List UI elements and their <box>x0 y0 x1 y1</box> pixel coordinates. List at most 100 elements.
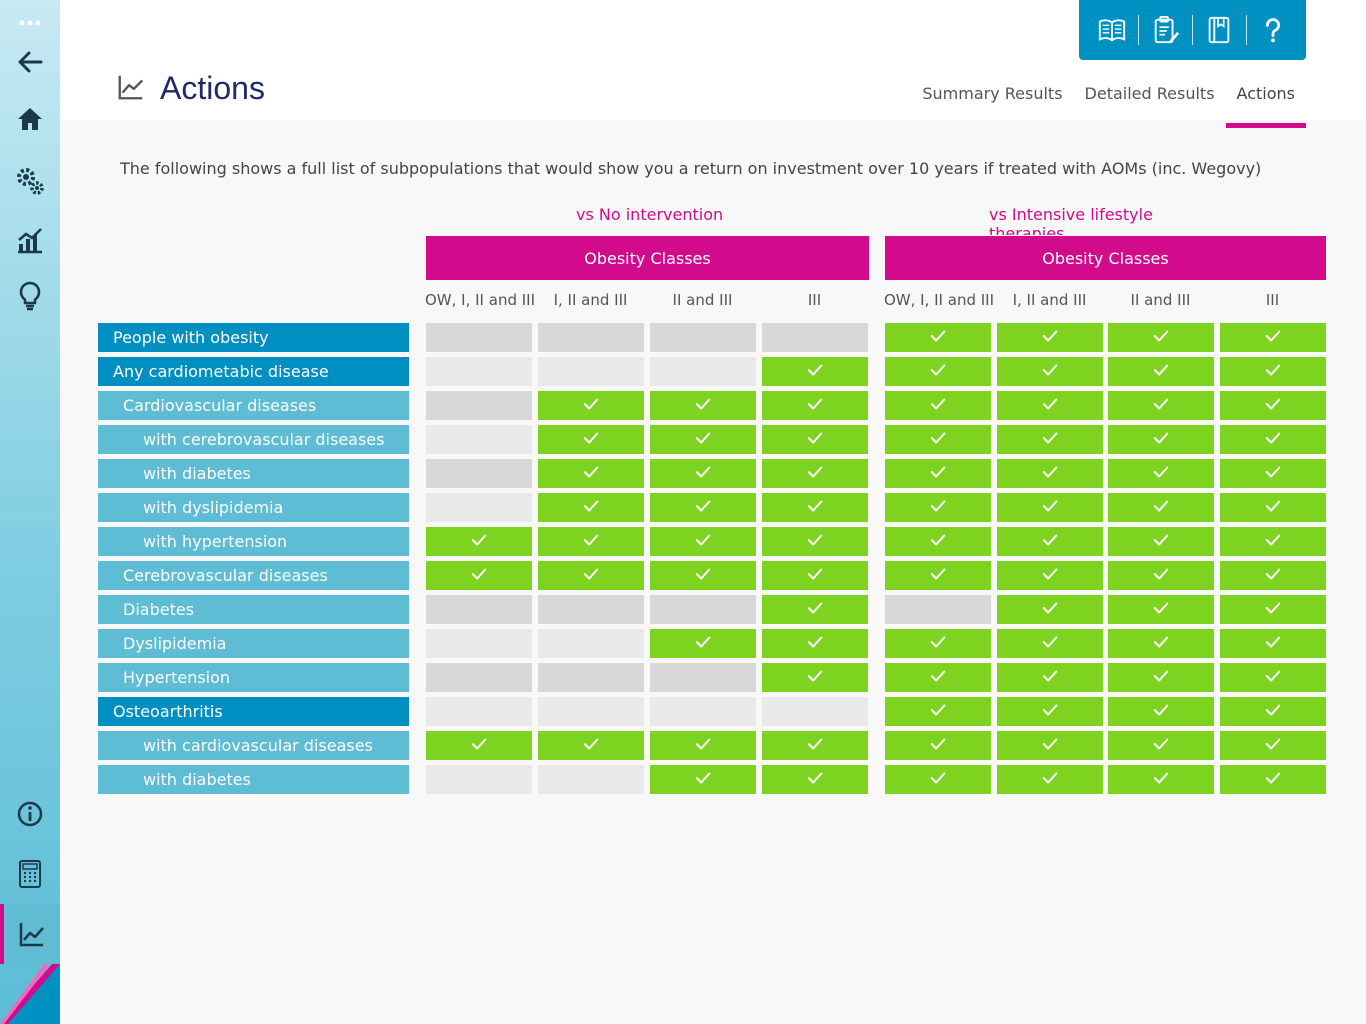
cell-roi-positive <box>997 425 1103 454</box>
help-icon[interactable] <box>1253 10 1293 50</box>
checkmark-icon <box>1041 531 1059 553</box>
cell-roi-positive <box>885 629 991 658</box>
cell-roi-positive <box>762 527 868 556</box>
checkmark-icon <box>929 429 947 451</box>
cell-roi-positive <box>1220 493 1326 522</box>
intro-text: The following shows a full list of subpo… <box>120 159 1262 178</box>
book-icon[interactable] <box>1092 10 1132 50</box>
checkmark-icon <box>929 327 947 349</box>
column-header: I, II and III <box>1012 291 1087 309</box>
cell-roi-positive <box>1108 663 1214 692</box>
checkmark-icon <box>929 531 947 553</box>
cell-roi-none <box>650 663 756 692</box>
cell-roi-positive <box>762 663 868 692</box>
checkmark-icon <box>1041 327 1059 349</box>
row-label[interactable]: Any cardiometabic disease <box>98 357 409 386</box>
checkmark-icon <box>1264 497 1282 519</box>
cell-roi-none <box>426 629 532 658</box>
cell-roi-positive <box>1108 493 1214 522</box>
cell-roi-none <box>426 663 532 692</box>
checkmark-icon <box>929 497 947 519</box>
tab-actions[interactable]: Actions <box>1225 84 1307 128</box>
row-label[interactable]: Cardiovascular diseases <box>98 391 409 420</box>
cell-roi-positive <box>885 527 991 556</box>
checkmark-icon <box>806 395 824 417</box>
cell-roi-none <box>538 697 644 726</box>
cell-roi-none <box>538 663 644 692</box>
checkmark-icon <box>1152 463 1170 485</box>
row-label[interactable]: with diabetes <box>98 765 409 794</box>
row-label[interactable]: People with obesity <box>98 323 409 352</box>
cell-roi-none <box>650 357 756 386</box>
group-header-obesity-classes: Obesity Classes <box>426 236 869 280</box>
checkmark-icon <box>1264 361 1282 383</box>
checkmark-icon <box>806 599 824 621</box>
line-chart-icon[interactable] <box>0 904 60 964</box>
cell-roi-positive <box>1220 731 1326 760</box>
cell-roi-positive <box>650 425 756 454</box>
row-label[interactable]: with cerebrovascular diseases <box>98 425 409 454</box>
checkmark-icon <box>1264 565 1282 587</box>
cell-roi-positive <box>650 527 756 556</box>
checkmark-icon <box>1152 735 1170 757</box>
column-header: OW, I, II and III <box>884 291 995 309</box>
tab-summary-results[interactable]: Summary Results <box>911 84 1073 115</box>
checkmark-icon <box>1264 667 1282 689</box>
row-label[interactable]: Diabetes <box>98 595 409 624</box>
row-label[interactable]: Osteoarthritis <box>98 697 409 726</box>
cell-roi-positive <box>1108 425 1214 454</box>
checkmark-icon <box>694 735 712 757</box>
cell-roi-positive <box>1220 663 1326 692</box>
cell-roi-positive <box>1220 323 1326 352</box>
cell-roi-none <box>650 595 756 624</box>
checkmark-icon <box>929 769 947 791</box>
checkmark-icon <box>806 735 824 757</box>
checkmark-icon <box>1041 395 1059 417</box>
notebook-icon[interactable] <box>1199 10 1239 50</box>
checkmark-icon <box>1152 327 1170 349</box>
row-label[interactable]: with dyslipidemia <box>98 493 409 522</box>
cell-roi-none <box>426 459 532 488</box>
cell-roi-positive <box>762 561 868 590</box>
settings-gears-icon[interactable] <box>0 153 60 209</box>
checkmark-icon <box>1152 769 1170 791</box>
calculator-icon[interactable] <box>0 846 60 902</box>
cell-roi-positive <box>1108 391 1214 420</box>
checkmark-icon <box>1152 361 1170 383</box>
cell-roi-positive <box>1220 697 1326 726</box>
cell-roi-positive <box>997 527 1103 556</box>
row-label[interactable]: Cerebrovascular diseases <box>98 561 409 590</box>
info-icon[interactable] <box>0 786 60 842</box>
cell-roi-positive <box>1220 629 1326 658</box>
cell-roi-positive <box>650 731 756 760</box>
toolbar <box>1079 0 1306 60</box>
cell-roi-none <box>650 697 756 726</box>
tab-detailed-results[interactable]: Detailed Results <box>1074 84 1226 115</box>
row-label[interactable]: Hypertension <box>98 663 409 692</box>
row-label[interactable]: with hypertension <box>98 527 409 556</box>
checkmark-icon <box>1264 395 1282 417</box>
cell-roi-positive <box>650 459 756 488</box>
page-title-wrap: Actions <box>116 70 265 107</box>
lightbulb-icon[interactable] <box>0 268 60 324</box>
home-icon[interactable] <box>0 91 60 147</box>
cell-roi-positive <box>1108 527 1214 556</box>
checkmark-icon <box>1264 327 1282 349</box>
line-chart-icon <box>116 72 146 106</box>
checkmark-icon <box>470 531 488 553</box>
back-arrow-icon[interactable] <box>0 34 60 90</box>
row-label[interactable]: with cardiovascular diseases <box>98 731 409 760</box>
cell-roi-positive <box>997 595 1103 624</box>
checkmark-icon <box>582 735 600 757</box>
checkmark-icon <box>1264 735 1282 757</box>
bar-chart-icon[interactable] <box>0 212 60 268</box>
checkmark-icon <box>1041 667 1059 689</box>
row-label[interactable]: Dyslipidemia <box>98 629 409 658</box>
cell-roi-none <box>426 425 532 454</box>
checkmark-icon <box>694 769 712 791</box>
checkmark-icon <box>694 463 712 485</box>
clipboard-edit-icon[interactable] <box>1146 10 1186 50</box>
row-label[interactable]: with diabetes <box>98 459 409 488</box>
cell-roi-positive <box>538 425 644 454</box>
cell-roi-none <box>426 595 532 624</box>
